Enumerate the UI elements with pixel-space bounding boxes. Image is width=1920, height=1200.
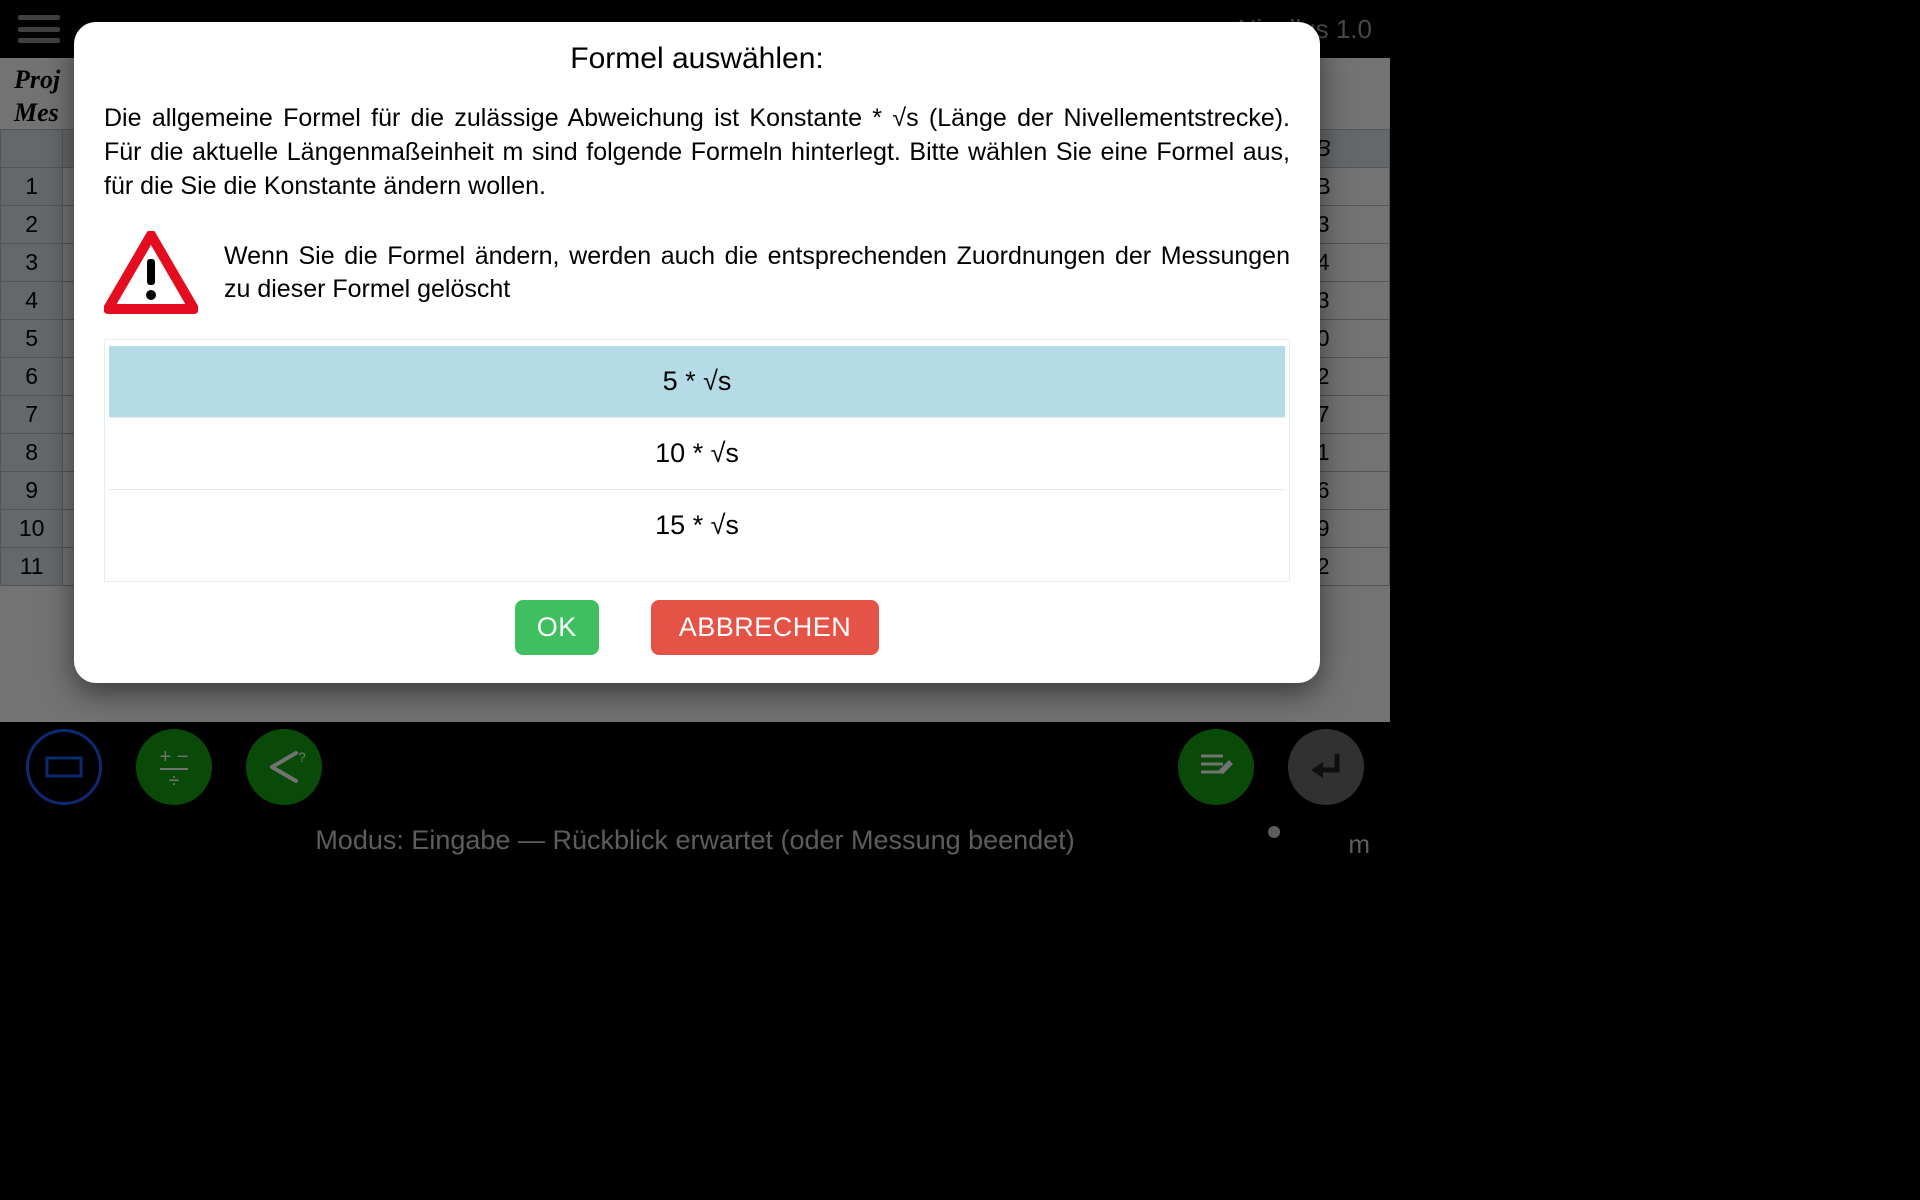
formula-option[interactable]: 15 * √s xyxy=(109,490,1285,561)
dialog-description: Die allgemeine Formel für die zulässige … xyxy=(104,102,1290,203)
warning-icon xyxy=(104,231,198,315)
dialog-warning-text: Wenn Sie die Formel ändern, werden auch … xyxy=(224,240,1290,308)
ok-button[interactable]: OK xyxy=(515,600,599,655)
dialog-button-row: OK ABBRECHEN xyxy=(104,600,1290,655)
dialog-warning: Wenn Sie die Formel ändern, werden auch … xyxy=(104,231,1290,315)
cancel-button[interactable]: ABBRECHEN xyxy=(651,600,880,655)
formula-option[interactable]: 10 * √s xyxy=(109,418,1285,490)
formula-option-list: 5 * √s10 * √s15 * √s xyxy=(104,339,1290,582)
dialog-title: Formel auswählen: xyxy=(104,42,1290,76)
formula-select-dialog: Formel auswählen: Die allgemeine Formel … xyxy=(74,22,1320,683)
formula-option[interactable]: 5 * √s xyxy=(109,346,1285,418)
